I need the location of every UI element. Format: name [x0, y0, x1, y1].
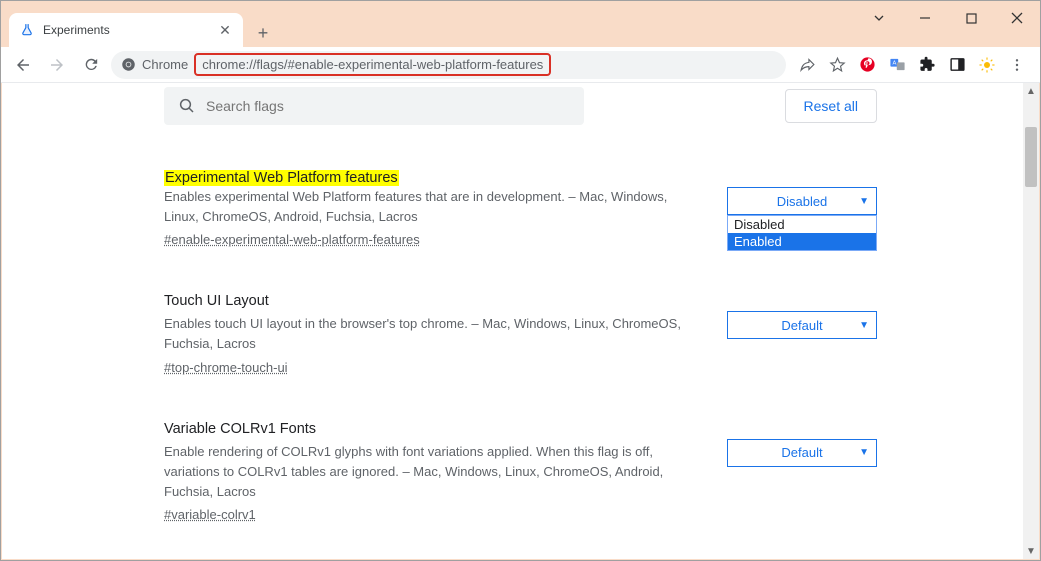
- page-viewport: ▲ ▼ Reset all Experimental Web Platform …: [2, 83, 1039, 559]
- flag-title: Touch UI Layout: [164, 293, 691, 309]
- tab-title: Experiments: [43, 23, 209, 37]
- flag-item: Experimental Web Platform features Enabl…: [164, 169, 877, 249]
- search-box[interactable]: [164, 87, 584, 125]
- reload-button[interactable]: [77, 51, 105, 79]
- chevron-down-icon: ▼: [859, 447, 869, 458]
- window-dropdown-icon[interactable]: [856, 7, 902, 29]
- tab-experiments[interactable]: Experiments ✕: [9, 13, 243, 47]
- scrollbar-thumb[interactable]: [1025, 127, 1037, 187]
- svg-text:A: A: [892, 61, 896, 67]
- sun-icon[interactable]: [978, 56, 996, 74]
- option-enabled[interactable]: Enabled: [728, 233, 876, 250]
- flag-select[interactable]: Disabled ▼: [727, 187, 877, 215]
- toolbar-right: A: [792, 56, 1032, 74]
- select-dropdown: Disabled Enabled: [727, 215, 877, 251]
- share-icon[interactable]: [798, 56, 816, 74]
- chrome-prefix: Chrome: [121, 57, 188, 72]
- flag-select[interactable]: Default ▼: [727, 311, 877, 339]
- browser-toolbar: Chrome chrome://flags/#enable-experiment…: [1, 47, 1040, 83]
- extensions-icon[interactable]: [918, 56, 936, 74]
- chevron-down-icon: ▼: [859, 320, 869, 331]
- flag-title: Variable COLRv1 Fonts: [164, 421, 691, 437]
- flag-anchor-link[interactable]: #enable-experimental-web-platform-featur…: [164, 232, 420, 247]
- reset-all-button[interactable]: Reset all: [785, 89, 877, 123]
- flag-description: Enable rendering of COLRv1 glyphs with f…: [164, 442, 691, 502]
- search-row: Reset all: [164, 83, 877, 125]
- close-window-button[interactable]: [994, 7, 1040, 29]
- scroll-up-icon[interactable]: ▲: [1023, 83, 1039, 99]
- chrome-logo-icon: [121, 57, 136, 72]
- flag-description: Enables touch UI layout in the browser's…: [164, 314, 691, 354]
- flag-anchor-link[interactable]: #top-chrome-touch-ui: [164, 360, 288, 375]
- bookmark-star-icon[interactable]: [828, 56, 846, 74]
- flag-anchor-link[interactable]: #variable-colrv1: [164, 507, 256, 522]
- flag-title: Experimental Web Platform features: [164, 170, 399, 186]
- address-bar[interactable]: Chrome chrome://flags/#enable-experiment…: [111, 51, 786, 79]
- menu-dots-icon[interactable]: [1008, 56, 1026, 74]
- flag-description: Enables experimental Web Platform featur…: [164, 187, 691, 227]
- maximize-button[interactable]: [948, 7, 994, 29]
- url-highlighted: chrome://flags/#enable-experimental-web-…: [194, 53, 551, 76]
- scrollbar-track[interactable]: ▲ ▼: [1023, 83, 1039, 559]
- new-tab-button[interactable]: +: [249, 19, 277, 47]
- translate-icon[interactable]: A: [888, 56, 906, 74]
- chevron-down-icon: ▼: [859, 196, 869, 207]
- flag-item: Variable COLRv1 Fonts Enable rendering o…: [164, 421, 877, 524]
- search-input[interactable]: [206, 98, 570, 114]
- option-disabled[interactable]: Disabled: [728, 216, 876, 233]
- select-value: Default: [781, 318, 822, 333]
- minimize-button[interactable]: [902, 7, 948, 29]
- flag-select[interactable]: Default ▼: [727, 439, 877, 467]
- pinterest-icon[interactable]: [858, 56, 876, 74]
- tab-close-icon[interactable]: ✕: [217, 22, 233, 38]
- search-icon: [178, 97, 196, 115]
- select-value: Disabled: [777, 194, 828, 209]
- select-value: Default: [781, 445, 822, 460]
- flask-icon: [19, 22, 35, 38]
- sidepanel-icon[interactable]: [948, 56, 966, 74]
- scroll-down-icon[interactable]: ▼: [1023, 543, 1039, 559]
- window-controls: [856, 7, 1040, 29]
- flags-page: Reset all Experimental Web Platform feat…: [2, 83, 1039, 559]
- forward-button[interactable]: [43, 51, 71, 79]
- flag-item: Touch UI Layout Enables touch UI layout …: [164, 293, 877, 376]
- back-button[interactable]: [9, 51, 37, 79]
